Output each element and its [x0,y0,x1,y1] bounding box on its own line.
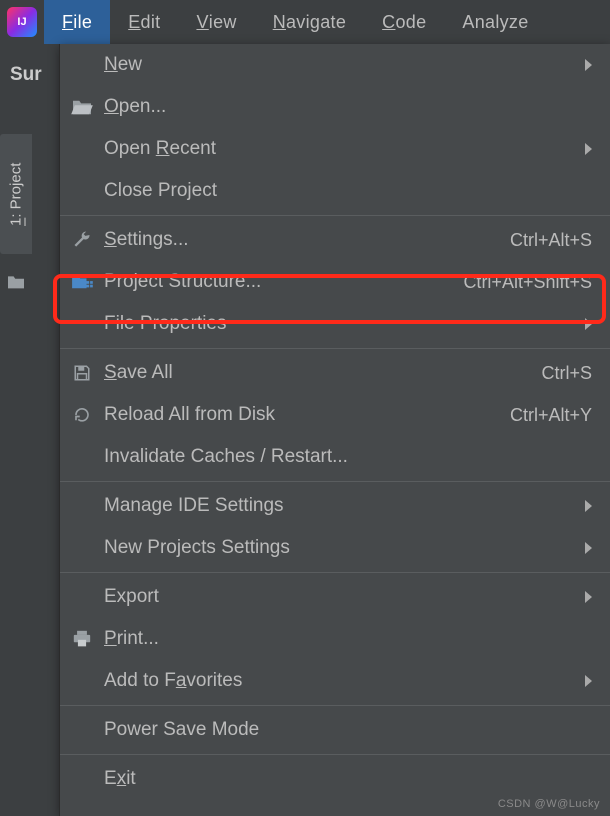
separator [60,572,610,573]
tool-window-tab-project[interactable]: 1: Project [0,134,32,254]
submenu-arrow-icon [585,500,592,512]
menu-item-add-favorites[interactable]: Add to Favorites [60,660,610,702]
shortcut-text: Ctrl+Alt+Y [510,405,592,426]
shortcut-text: Ctrl+Alt+S [510,230,592,251]
menu-navigate[interactable]: Navigate [255,0,364,44]
submenu-arrow-icon [585,591,592,603]
menu-item-print[interactable]: Print... [60,618,610,660]
reload-icon [73,406,91,424]
submenu-arrow-icon [585,318,592,330]
submenu-arrow-icon [585,675,592,687]
floppy-disk-icon [73,364,91,382]
menu-item-power-save[interactable]: Power Save Mode [60,709,610,751]
printer-icon [72,630,92,648]
separator [60,705,610,706]
menu-file[interactable]: File [44,0,110,44]
wrench-icon [72,230,92,250]
open-folder-icon [71,98,93,116]
submenu-arrow-icon [585,143,592,155]
shortcut-text: Ctrl+S [541,363,592,384]
shortcut-text: Ctrl+Alt+Shift+S [463,272,592,293]
menu-bar: IJ File Edit View Navigate Code Analyze [0,0,610,44]
sidebar: Sur 1: Project [0,44,59,816]
separator [60,348,610,349]
watermark: CSDN @W@Lucky [498,798,600,810]
separator [60,481,610,482]
menu-item-open[interactable]: Open... [60,86,610,128]
menu-item-exit[interactable]: Exit [60,758,610,800]
menu-view[interactable]: View [178,0,254,44]
menu-item-new-projects[interactable]: New Projects Settings [60,527,610,569]
menu-item-close-project[interactable]: Close Project [60,170,610,212]
menu-item-file-properties[interactable]: File Properties [60,303,610,345]
separator [60,754,610,755]
menu-item-invalidate[interactable]: Invalidate Caches / Restart... [60,436,610,478]
menu-item-project-structure[interactable]: Project Structure... Ctrl+Alt+Shift+S [60,261,610,303]
menu-item-save-all[interactable]: Save All Ctrl+S [60,352,610,394]
project-structure-icon [71,273,93,291]
submenu-arrow-icon [585,59,592,71]
truncated-title: Sur [10,64,42,86]
menu-code[interactable]: Code [364,0,444,44]
submenu-arrow-icon [585,542,592,554]
menu-item-new[interactable]: New [60,44,610,86]
menu-item-settings[interactable]: Settings... Ctrl+Alt+S [60,219,610,261]
intellij-logo: IJ [7,7,37,37]
menu-item-open-recent[interactable]: Open Recent [60,128,610,170]
app-icon: IJ [0,0,44,44]
menu-item-manage-ide[interactable]: Manage IDE Settings [60,485,610,527]
folder-icon[interactable] [6,274,26,290]
separator [60,215,610,216]
menu-analyze[interactable]: Analyze [444,0,546,44]
menu-item-export[interactable]: Export [60,576,610,618]
menu-item-reload[interactable]: Reload All from Disk Ctrl+Alt+Y [60,394,610,436]
menu-edit[interactable]: Edit [110,0,178,44]
file-menu-dropdown: New Open... Open Recent Close Project Se… [59,44,610,816]
